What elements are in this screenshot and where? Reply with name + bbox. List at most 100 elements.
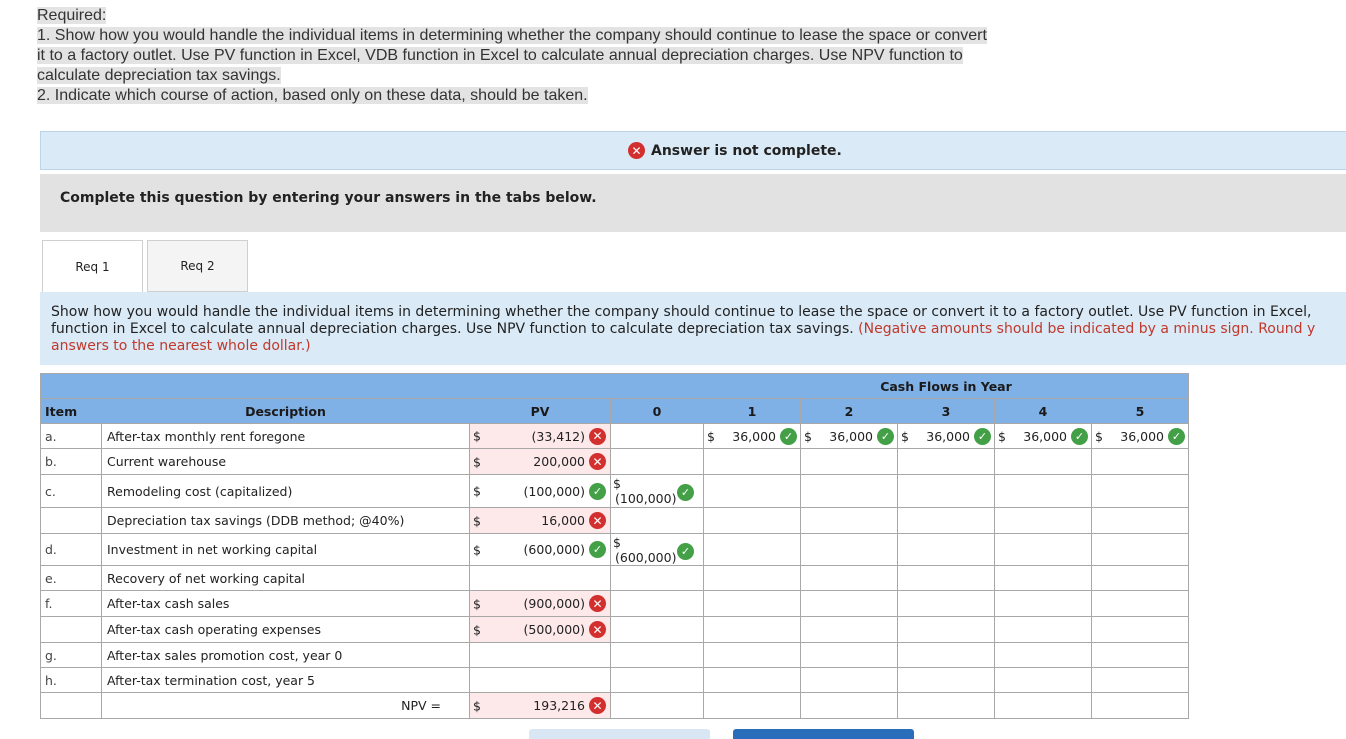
year-4-input[interactable] xyxy=(994,616,1092,643)
year-0-input[interactable] xyxy=(610,642,704,668)
table-row: g. After-tax sales promotion cost, year 0 xyxy=(40,642,1189,668)
item-label xyxy=(40,507,102,534)
year-3-input[interactable] xyxy=(897,533,995,566)
npv-row: NPV = $193,216 ✕ xyxy=(40,692,1189,719)
year-0-input[interactable]: $ (100,000) ✓ xyxy=(610,474,704,508)
year-2-input[interactable] xyxy=(800,507,898,534)
year-4-input[interactable] xyxy=(994,474,1092,508)
pv-input[interactable]: $ (100,000) ✓ xyxy=(469,474,611,508)
year-2-input[interactable] xyxy=(800,642,898,668)
year-5-input[interactable] xyxy=(1091,642,1189,668)
year-5-input[interactable] xyxy=(1091,616,1189,643)
year-3-input[interactable] xyxy=(897,590,995,617)
year-2-input[interactable] xyxy=(800,565,898,591)
required-line-3: calculate depreciation tax savings. xyxy=(37,67,281,84)
header-year-4: 4 xyxy=(994,398,1092,424)
year-1-input[interactable] xyxy=(703,533,801,566)
year-3-input[interactable] xyxy=(897,565,995,591)
year-0-input[interactable] xyxy=(610,448,704,475)
pv-value: (900,000) xyxy=(523,596,585,611)
year-1-input[interactable] xyxy=(703,474,801,508)
year-2-input[interactable] xyxy=(800,474,898,508)
year-0-input[interactable] xyxy=(610,565,704,591)
year-5-input[interactable] xyxy=(1091,565,1189,591)
header-description: Description xyxy=(101,398,470,424)
table-row: c. Remodeling cost (capitalized) $ (100,000… xyxy=(40,474,1189,508)
year-5-input[interactable] xyxy=(1091,474,1189,508)
pv-input[interactable] xyxy=(469,642,611,668)
year-5-input[interactable] xyxy=(1091,590,1189,617)
table-row: b. Current warehouse $200,000 ✕ xyxy=(40,448,1189,475)
year-3-input[interactable] xyxy=(897,642,995,668)
year-4-input[interactable] xyxy=(994,590,1092,617)
tab-req-1[interactable]: Req 1 xyxy=(42,240,143,293)
pv-input[interactable]: $ (900,000) ✕ xyxy=(469,590,611,617)
year-1-input[interactable] xyxy=(703,448,801,475)
pv-input[interactable]: $ (600,000) ✓ xyxy=(469,533,611,566)
question-line-2-note: (Negative amounts should be indicated by… xyxy=(858,321,1316,337)
dollar-sign: $ xyxy=(1095,428,1103,444)
year-1-input[interactable] xyxy=(703,565,801,591)
npv-label: NPV = xyxy=(101,692,470,719)
year-1-input[interactable] xyxy=(703,667,801,693)
cash-flow-table: Cash Flows in Year Item Description PV 0… xyxy=(40,373,1189,719)
year-2-input[interactable] xyxy=(800,667,898,693)
question-line-3-note: answers to the nearest whole dollar.) xyxy=(51,338,311,354)
year-3-input[interactable] xyxy=(897,474,995,508)
year-0-input[interactable]: $ (600,000) ✓ xyxy=(610,533,704,566)
year-2-input[interactable] xyxy=(800,448,898,475)
year-4-input[interactable] xyxy=(994,507,1092,534)
year-0-input[interactable] xyxy=(610,616,704,643)
year-5-input[interactable] xyxy=(1091,667,1189,693)
year-0-input[interactable] xyxy=(610,667,704,693)
year-4-input[interactable] xyxy=(994,448,1092,475)
year-3-input[interactable]: $36,000 ✓ xyxy=(897,423,995,449)
year-4-input[interactable] xyxy=(994,533,1092,566)
description-cell: After-tax sales promotion cost, year 0 xyxy=(101,642,470,668)
year-4-input[interactable] xyxy=(994,667,1092,693)
year-2-input[interactable] xyxy=(800,533,898,566)
prev-tab-button[interactable] xyxy=(529,729,710,739)
year-0-input[interactable] xyxy=(610,590,704,617)
year-3-input[interactable] xyxy=(897,448,995,475)
year-1-input[interactable] xyxy=(703,507,801,534)
year-2-input[interactable] xyxy=(800,616,898,643)
year-1-input[interactable]: $36,000 ✓ xyxy=(703,423,801,449)
year-1-input[interactable] xyxy=(703,616,801,643)
pv-input[interactable] xyxy=(469,565,611,591)
dollar-sign: $ xyxy=(473,454,481,469)
year-1-input[interactable] xyxy=(703,590,801,617)
description-cell: After-tax cash sales xyxy=(101,590,470,617)
year-0-input[interactable] xyxy=(610,507,704,534)
year-4-input[interactable] xyxy=(994,642,1092,668)
next-tab-button[interactable] xyxy=(733,729,914,739)
year-0-input[interactable] xyxy=(610,423,704,449)
year-5-input[interactable]: $36,000 ✓ xyxy=(1091,423,1189,449)
year-3-input[interactable] xyxy=(897,667,995,693)
pv-value: (600,000) xyxy=(523,542,585,557)
year-2-input[interactable]: $36,000 ✓ xyxy=(800,423,898,449)
cash-flows-header: Cash Flows in Year xyxy=(703,373,1189,399)
year-4-input[interactable]: $36,000 ✓ xyxy=(994,423,1092,449)
check-circle-icon: ✓ xyxy=(677,484,694,501)
year-3-input[interactable] xyxy=(897,507,995,534)
pv-input[interactable]: $ (500,000) ✕ xyxy=(469,616,611,643)
required-line-2: it to a factory outlet. Use PV function … xyxy=(37,47,963,64)
required-line-4: 2. Indicate which course of action, base… xyxy=(37,87,588,104)
year-5-input[interactable] xyxy=(1091,448,1189,475)
year-0-value: (100,000) xyxy=(615,491,677,506)
npv-input[interactable]: $193,216 ✕ xyxy=(469,692,611,719)
pv-input[interactable]: $200,000 ✕ xyxy=(469,448,611,475)
pv-input[interactable]: $16,000 ✕ xyxy=(469,507,611,534)
year-5-input[interactable] xyxy=(1091,507,1189,534)
year-2-input[interactable] xyxy=(800,590,898,617)
tab-req-2[interactable]: Req 2 xyxy=(147,240,248,292)
year-4-input[interactable] xyxy=(994,565,1092,591)
header-year-3: 3 xyxy=(897,398,995,424)
year-3-input[interactable] xyxy=(897,616,995,643)
dollar-sign: $ xyxy=(473,428,481,444)
year-5-input[interactable] xyxy=(1091,533,1189,566)
pv-input[interactable] xyxy=(469,667,611,693)
year-1-input[interactable] xyxy=(703,642,801,668)
pv-input[interactable]: $ (33,412) ✕ xyxy=(469,423,611,449)
